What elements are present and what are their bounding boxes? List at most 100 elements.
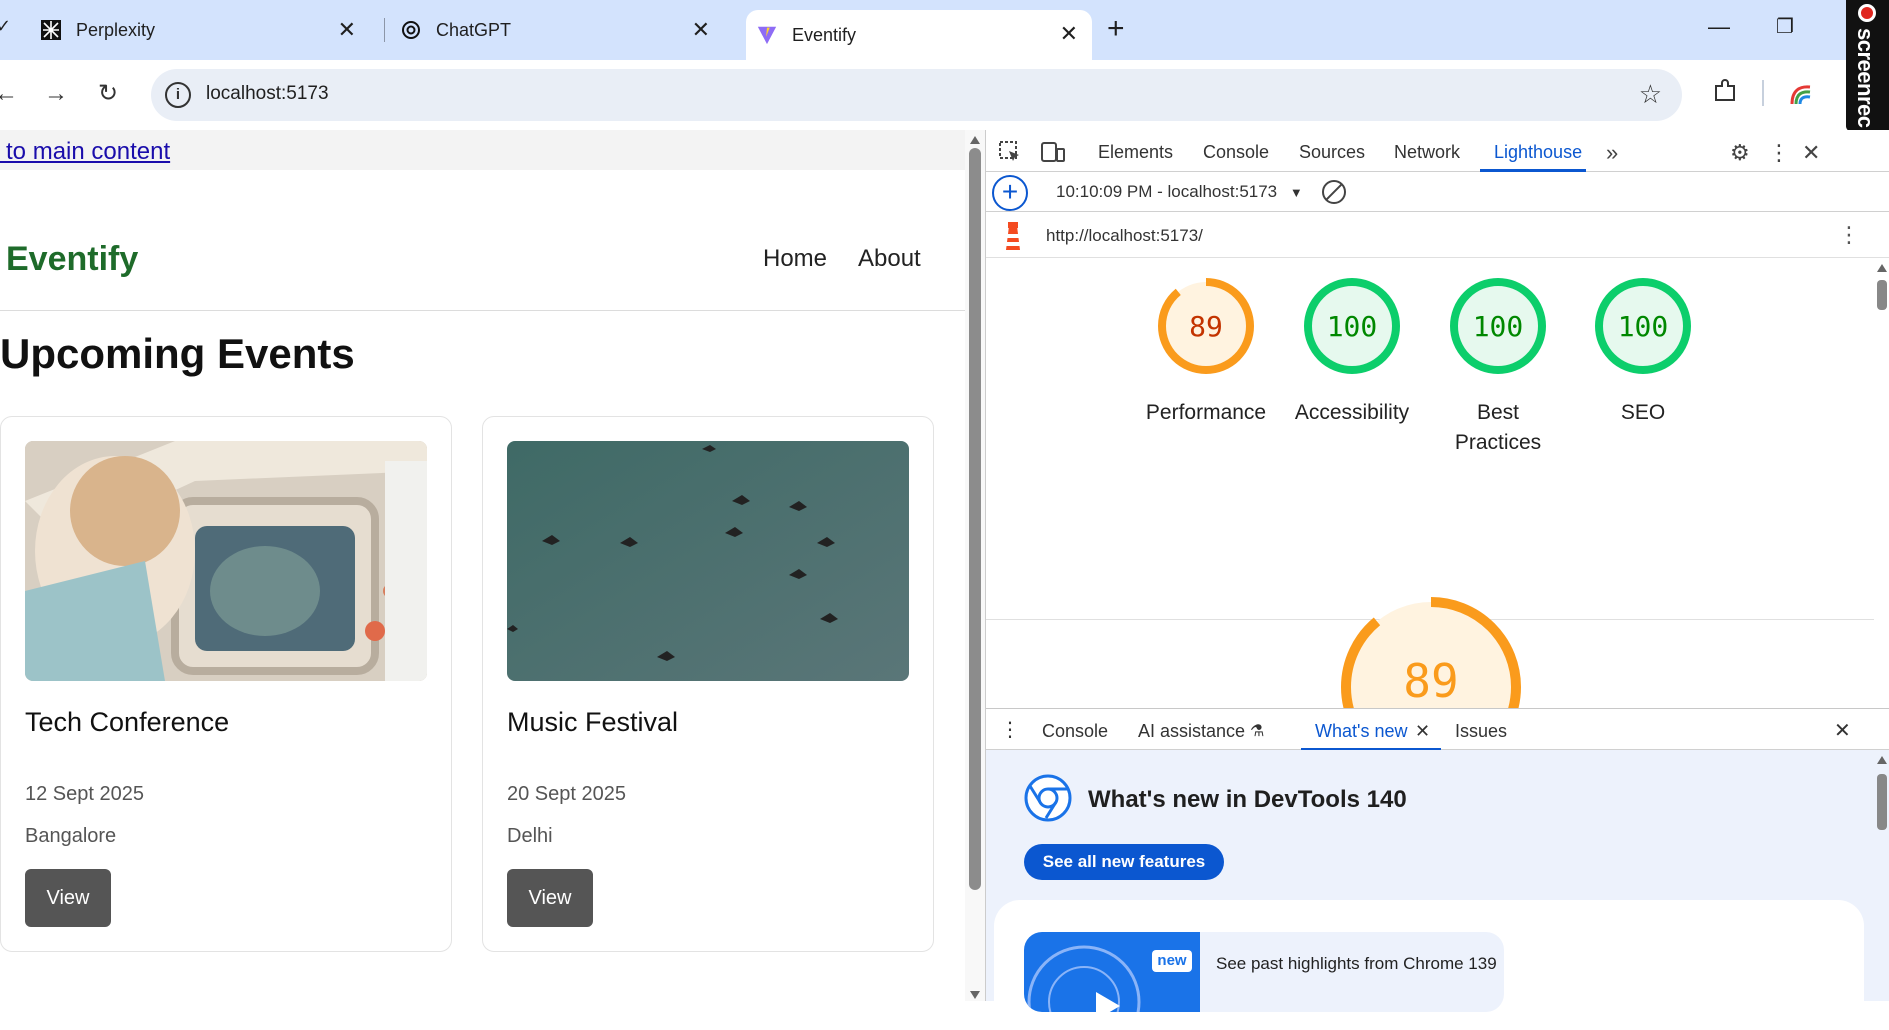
tab-eventify[interactable]: Eventify ✕ xyxy=(746,10,1092,60)
scroll-up-icon[interactable] xyxy=(1877,756,1887,764)
minimize-icon[interactable]: — xyxy=(1708,14,1730,40)
score-value: 89 xyxy=(1189,309,1223,343)
report-url[interactable]: http://localhost:5173/ xyxy=(1046,226,1203,246)
page-scrollbar[interactable] xyxy=(965,130,985,1001)
score-gauge-best-practices[interactable]: 100 Best Practices xyxy=(1428,276,1568,458)
tab-lighthouse[interactable]: Lighthouse xyxy=(1494,142,1582,163)
chatgpt-icon xyxy=(400,19,422,41)
drawer-tab-issues[interactable]: Issues xyxy=(1455,721,1507,742)
tab-perplexity[interactable]: Perplexity ✕ xyxy=(0,10,370,50)
tab-console[interactable]: Console xyxy=(1203,142,1269,163)
forward-arrow-icon[interactable]: → xyxy=(44,81,68,107)
whats-new-title: What's new in DevTools 140 xyxy=(1088,786,1407,813)
past-highlights-link[interactable]: new See past highlights from Chrome 139 xyxy=(1024,932,1504,1012)
view-event-button[interactable]: View xyxy=(507,869,593,927)
brand-logo[interactable]: Eventify xyxy=(6,240,138,279)
record-dot-icon xyxy=(1858,4,1876,22)
tab-title: Eventify xyxy=(792,24,857,45)
restore-icon[interactable]: ❐ xyxy=(1776,14,1794,39)
close-devtools-icon[interactable]: ✕ xyxy=(1802,140,1820,166)
report-selector-label: 10:10:09 PM - localhost:5173 xyxy=(1056,182,1278,201)
close-drawer-icon[interactable]: ✕ xyxy=(1834,718,1851,743)
lighthouse-toolbar: + 10:10:09 PM - localhost:5173 ▼ xyxy=(986,172,1889,212)
inspect-element-icon[interactable] xyxy=(998,140,1022,170)
score-gauges: 89 Performance 100 Accessibility 100 Bes… xyxy=(986,258,1874,620)
drawer-menu-icon[interactable]: ⋮ xyxy=(1000,717,1020,742)
tab-elements[interactable]: Elements xyxy=(1098,142,1173,163)
new-tab-icon[interactable]: + xyxy=(1107,14,1125,44)
new-report-icon[interactable]: + xyxy=(992,175,1028,211)
address-url[interactable]: localhost:5173 xyxy=(206,83,329,105)
back-arrow-icon[interactable]: ← xyxy=(0,81,18,107)
address-bar[interactable]: i localhost:5173 ☆ xyxy=(151,69,1682,121)
event-date: 20 Sept 2025 xyxy=(507,783,626,805)
score-gauge-seo[interactable]: 100 SEO xyxy=(1573,276,1713,428)
screen-recorder-badge[interactable]: screenrec xyxy=(1846,0,1889,132)
highlight-text: See past highlights from Chrome 139 xyxy=(1216,954,1497,973)
drawer-tab-bar: ⋮ Console AI assistance ⚗ What's new ✕ I… xyxy=(986,708,1889,751)
score-value: 100 xyxy=(1472,309,1524,343)
score-label: SEO xyxy=(1620,401,1666,424)
drawer-tab-whats-new[interactable]: What's new xyxy=(1315,721,1407,742)
score-value: 100 xyxy=(1326,309,1378,343)
extensions-icon[interactable] xyxy=(1712,78,1738,111)
scroll-up-icon[interactable] xyxy=(970,136,980,144)
score-label: Best Practices xyxy=(1454,401,1542,454)
event-image xyxy=(507,441,909,681)
recorder-label: screenrec xyxy=(1853,28,1878,128)
close-whats-new-icon[interactable]: ✕ xyxy=(1415,721,1430,742)
highlights-card: new See past highlights from Chrome 139 xyxy=(994,900,1864,1030)
devtools-tab-bar: Elements Console Sources Network Lightho… xyxy=(986,130,1889,172)
scroll-up-icon[interactable] xyxy=(1877,264,1887,272)
tab-chatgpt[interactable]: ChatGPT ✕ xyxy=(384,10,724,50)
event-image xyxy=(25,441,427,681)
event-location: Bangalore xyxy=(25,825,117,847)
more-options-icon[interactable]: ⋮ xyxy=(1768,140,1790,166)
extension-logo-icon[interactable] xyxy=(1788,82,1814,108)
nav-home-link[interactable]: Home xyxy=(763,245,827,273)
see-all-features-button[interactable]: See all new features xyxy=(1024,844,1224,880)
tab-title: Perplexity xyxy=(76,19,156,40)
chrome-highlight-thumbnail xyxy=(1024,932,1200,1012)
flask-icon: ⚗ xyxy=(1250,723,1265,740)
bookmark-star-icon[interactable]: ☆ xyxy=(1639,79,1662,110)
drawer-tab-console[interactable]: Console xyxy=(1042,721,1108,742)
device-toolbar-icon[interactable] xyxy=(1040,140,1066,170)
scroll-thumb[interactable] xyxy=(969,148,981,890)
close-icon[interactable]: ✕ xyxy=(1060,23,1078,45)
tab-sources[interactable]: Sources xyxy=(1299,142,1365,163)
score-gauge-accessibility[interactable]: 100 Accessibility xyxy=(1282,276,1422,428)
new-badge: new xyxy=(1152,950,1192,972)
event-date: 12 Sept 2025 xyxy=(25,783,144,805)
tab-strip: ✓ Perplexity ✕ ChatGPT ✕ Eventify ✕ + — … xyxy=(0,0,1889,60)
report-selector[interactable]: 10:10:09 PM - localhost:5173 ▼ xyxy=(1056,182,1303,202)
vite-icon xyxy=(756,24,778,46)
skip-to-main-link[interactable]: p to main content xyxy=(0,138,170,166)
page-viewport: p to main content Eventify Home About Up… xyxy=(0,130,985,1001)
settings-gear-icon[interactable]: ⚙ xyxy=(1730,140,1750,166)
clear-reports-icon[interactable] xyxy=(1322,180,1346,204)
scroll-down-icon[interactable] xyxy=(970,991,980,999)
site-info-icon[interactable]: i xyxy=(165,82,191,108)
close-icon[interactable]: ✕ xyxy=(338,19,356,41)
more-tabs-icon[interactable]: » xyxy=(1606,140,1618,166)
drawer-tab-ai-assistance[interactable]: AI assistance xyxy=(1138,721,1245,742)
view-event-button[interactable]: View xyxy=(25,869,111,927)
lighthouse-logo-icon xyxy=(1002,220,1024,252)
report-menu-icon[interactable]: ⋮ xyxy=(1838,222,1860,248)
scroll-thumb[interactable] xyxy=(1877,280,1887,310)
score-label: Accessibility xyxy=(1294,401,1410,424)
event-location: Delhi xyxy=(507,825,553,847)
tab-network[interactable]: Network xyxy=(1394,142,1460,163)
score-gauge-performance[interactable]: 89 Performance xyxy=(1136,276,1276,428)
reload-icon[interactable]: ↻ xyxy=(98,81,118,107)
drawer-scrollbar[interactable] xyxy=(1874,750,1889,1001)
header-divider xyxy=(0,310,965,311)
scroll-thumb[interactable] xyxy=(1877,774,1887,830)
close-icon[interactable]: ✕ xyxy=(692,19,710,41)
nav-about-link[interactable]: About xyxy=(858,245,921,273)
event-card: Tech Conference 12 Sept 2025 Bangalore V… xyxy=(0,416,452,952)
report-url-bar: http://localhost:5173/ ⋮ xyxy=(986,212,1889,258)
event-card: Music Festival 20 Sept 2025 Delhi View xyxy=(482,416,934,952)
perplexity-icon xyxy=(40,19,62,41)
